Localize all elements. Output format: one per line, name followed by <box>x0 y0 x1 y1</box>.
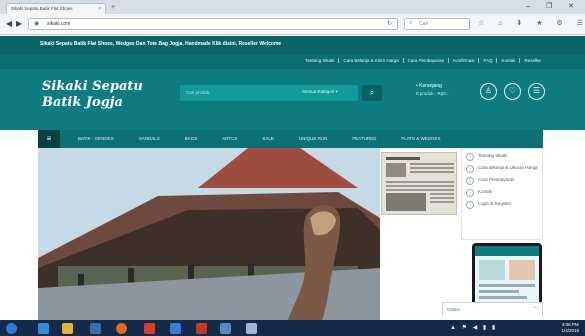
menu-item[interactable]: SALE <box>262 136 274 141</box>
search-button[interactable]: ⌕ <box>362 85 382 101</box>
app-icon[interactable] <box>220 323 231 334</box>
phone-screen <box>475 246 539 304</box>
chevron-right-icon: › <box>466 189 474 197</box>
top-link[interactable]: Kontak <box>497 58 521 63</box>
hamburger-icon[interactable]: ≡ <box>38 130 60 148</box>
menu-item[interactable]: BATIK - GENDES <box>78 136 114 141</box>
start-button[interactable] <box>6 323 17 334</box>
mobile-app-promo-image[interactable] <box>472 243 542 307</box>
window-controls[interactable]: – ❐ ✕ <box>526 2 581 10</box>
main-menu: ≡ BATIK - GENDES SANDALS BAGS ARTCS SALE… <box>38 130 543 148</box>
web-page: Sikaki Sepatu Batik Flat Shoes, Wedges D… <box>0 36 585 320</box>
top-link[interactable]: Reseller <box>520 58 545 63</box>
media-icon[interactable] <box>90 323 101 334</box>
logo-line-1: Sikaki Sepatu <box>42 79 143 94</box>
browser-tab-bar: Sikaki Sepatu Batik Flat Shoes × + – ❐ ✕ <box>0 0 585 14</box>
chevron-right-icon: › <box>466 201 474 209</box>
menu-item[interactable]: ARTCS <box>222 136 237 141</box>
menu-item[interactable]: FEATURED <box>352 136 376 141</box>
product-search[interactable]: Cari produk Semua Kategori ▾ <box>180 85 358 101</box>
hero-banner-image[interactable] <box>38 148 380 320</box>
menu-icon[interactable]: ☰ <box>528 83 545 100</box>
menu-item[interactable]: UNIQUE RUN <box>299 136 328 141</box>
reload-icon[interactable]: ↻ <box>387 20 392 27</box>
cart-subtitle: 0 produk - Rp0,- <box>416 91 449 96</box>
back-arrow-icon[interactable]: ◀ <box>6 19 12 28</box>
clock-date: 1/4/2016 <box>561 328 579 333</box>
globe-icon: ◉ <box>34 21 40 27</box>
chevron-right-icon: › <box>466 153 474 161</box>
side-menu: › Tentang Sikaki › Cara Belanja & Ukuran H… <box>461 148 543 240</box>
cart-title: • Keranjang <box>416 83 442 89</box>
side-menu-item[interactable]: › Cara Belanja & Ukuran Harga <box>466 165 538 173</box>
top-announcement: Sikaki Sepatu Batik Flat Shoes, Wedges D… <box>0 36 585 54</box>
heart-icon[interactable]: ♡ <box>504 83 521 100</box>
top-link[interactable]: Cara Pembayaran <box>404 58 450 63</box>
minimize-icon[interactable]: – <box>534 305 537 311</box>
cart-summary[interactable]: • Keranjang 0 produk - Rp0,- <box>416 83 449 97</box>
system-tray[interactable]: ▲ ⚑ ◀ ▮ ▮ <box>450 324 497 331</box>
app-icon[interactable] <box>196 323 207 334</box>
side-menu-item[interactable]: › Tentang Sikaki <box>466 153 538 161</box>
menu-item[interactable]: FLATS & WEDGES <box>401 136 440 141</box>
new-tab-button[interactable]: + <box>109 4 117 12</box>
site-header: Sikaki Sepatu Batik Jogja Cari produk Se… <box>0 69 585 130</box>
os-taskbar: ▲ ⚑ ◀ ▮ ▮ 4:08 PM 1/4/2016 <box>0 320 585 336</box>
top-link[interactable]: FAQ <box>479 58 498 63</box>
app-icon[interactable] <box>144 323 155 334</box>
folder-icon[interactable] <box>62 323 73 334</box>
tab-title: Sikaki Sepatu Batik Flat Shoes <box>11 6 73 11</box>
chevron-right-icon: › <box>466 165 474 173</box>
chevron-right-icon: › <box>466 177 474 185</box>
newspaper-illustration <box>382 153 456 214</box>
newspaper-clipping-image[interactable] <box>381 152 457 215</box>
top-links-bar: Tentang Sikaki Cara Belanja & Kirim Harg… <box>0 54 585 69</box>
browser-search-field[interactable]: ⌕ Cari <box>404 18 470 30</box>
browser-toolbar: ◀ ▶ ◉ sikaki.com ↻ ⌕ Cari ☆ ⌂ ⬇ ★ ⚙ ☰ <box>0 14 585 35</box>
hero-illustration <box>38 148 380 320</box>
top-link[interactable]: Tentang Sikaki <box>301 58 340 63</box>
site-logo[interactable]: Sikaki Sepatu Batik Jogja <box>42 79 143 111</box>
menu-item[interactable]: SANDALS <box>139 136 160 141</box>
logo-line-2: Batik Jogja <box>42 95 123 110</box>
close-tab-icon[interactable]: × <box>98 6 101 12</box>
menu-item[interactable]: BAGS <box>185 136 198 141</box>
browser-toolbar-icons[interactable]: ☆ ⌂ ⬇ ★ ⚙ ☰ <box>478 19 585 27</box>
clock[interactable]: 4:08 PM 1/4/2016 <box>561 322 579 334</box>
url-text: sikaki.com <box>47 21 71 27</box>
browser-tab[interactable]: Sikaki Sepatu Batik Flat Shoes × <box>6 3 106 14</box>
user-icon[interactable]: ♙ <box>480 83 497 100</box>
phone-screen-illustration <box>475 246 539 299</box>
chat-status: Online <box>447 307 461 312</box>
app-icon[interactable] <box>170 323 181 334</box>
search-icon: ⌕ <box>409 20 413 26</box>
category-dropdown[interactable]: Semua Kategori ▾ <box>302 89 338 95</box>
side-menu-item[interactable]: › Kontak <box>466 189 538 197</box>
browser-search-placeholder: Cari <box>419 21 429 27</box>
forward-arrow-icon[interactable]: ▶ <box>16 19 22 28</box>
product-search-placeholder: Cari produk <box>186 90 210 95</box>
ie-icon[interactable] <box>38 323 49 334</box>
side-menu-item[interactable]: › Login & Register <box>466 201 538 209</box>
firefox-icon[interactable] <box>116 323 127 334</box>
chat-widget[interactable]: Online – <box>442 302 543 316</box>
url-bar[interactable]: ◉ sikaki.com ↻ <box>28 18 398 30</box>
top-link[interactable]: Konfirmasi <box>449 58 480 63</box>
side-menu-item[interactable]: › Cara Pembayaran <box>466 177 538 185</box>
app-icon[interactable] <box>246 323 257 334</box>
top-link[interactable]: Cara Belanja & Kirim Harga <box>339 58 404 63</box>
